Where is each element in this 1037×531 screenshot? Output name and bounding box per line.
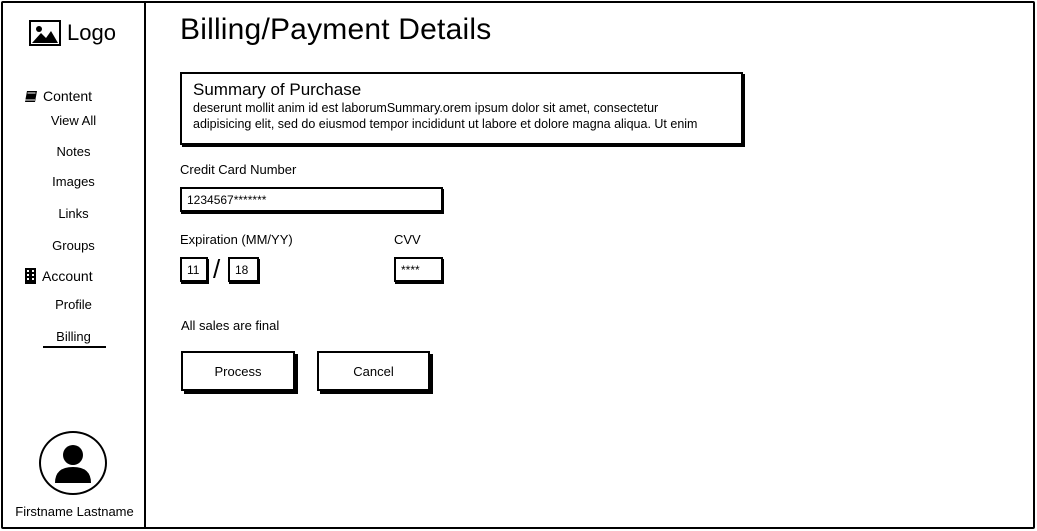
- sidebar-group-account-label: Account: [42, 268, 93, 284]
- user-name: Firstname Lastname: [15, 504, 134, 519]
- sidebar-item-groups[interactable]: Groups: [1, 238, 146, 253]
- avatar[interactable]: [39, 431, 107, 495]
- sidebar-item-notes[interactable]: Notes: [1, 144, 146, 159]
- sales-final-notice: All sales are final: [181, 318, 280, 333]
- expiration-label: Expiration (MM/YY): [180, 232, 293, 247]
- sidebar-item-images[interactable]: Images: [1, 174, 146, 189]
- building-icon: [25, 268, 36, 284]
- sidebar-item-profile[interactable]: Profile: [1, 297, 146, 312]
- image-icon: [29, 20, 61, 46]
- summary-title: Summary of Purchase: [193, 80, 362, 99]
- sidebar-item-links[interactable]: Links: [1, 206, 146, 221]
- logo[interactable]: Logo: [29, 20, 116, 46]
- sidebar: Logo Content View All Notes Images Links…: [1, 1, 146, 529]
- sidebar-item-billing[interactable]: Billing: [1, 329, 146, 344]
- process-button[interactable]: Process: [181, 351, 295, 391]
- book-icon: [25, 90, 37, 102]
- cancel-button[interactable]: Cancel: [317, 351, 430, 391]
- credit-card-input[interactable]: 1234567*******: [180, 187, 443, 212]
- sidebar-group-content: Content: [24, 88, 92, 104]
- summary-text-line-2: adipisicing elit, sed do eiusmod tempor …: [193, 117, 698, 131]
- credit-card-label: Credit Card Number: [180, 162, 297, 177]
- summary-panel: Summary of Purchase deserunt mollit anim…: [180, 72, 743, 145]
- expiration-separator: /: [213, 254, 221, 284]
- logo-text: Logo: [67, 20, 116, 45]
- sidebar-group-content-label: Content: [43, 88, 93, 104]
- user-icon: [55, 445, 91, 483]
- sidebar-group-account: Account: [24, 268, 93, 284]
- cvv-label: CVV: [394, 232, 421, 247]
- sidebar-item-view-all[interactable]: View All: [1, 113, 146, 128]
- summary-text-line-1: deserunt mollit anim id est laborumSumma…: [193, 101, 659, 115]
- expiration-year-input[interactable]: 18: [228, 257, 259, 282]
- cvv-input[interactable]: ****: [394, 257, 443, 282]
- page-title: Billing/Payment Details: [180, 13, 492, 46]
- active-item-underline: [43, 346, 106, 348]
- expiration-month-input[interactable]: 11: [180, 257, 208, 282]
